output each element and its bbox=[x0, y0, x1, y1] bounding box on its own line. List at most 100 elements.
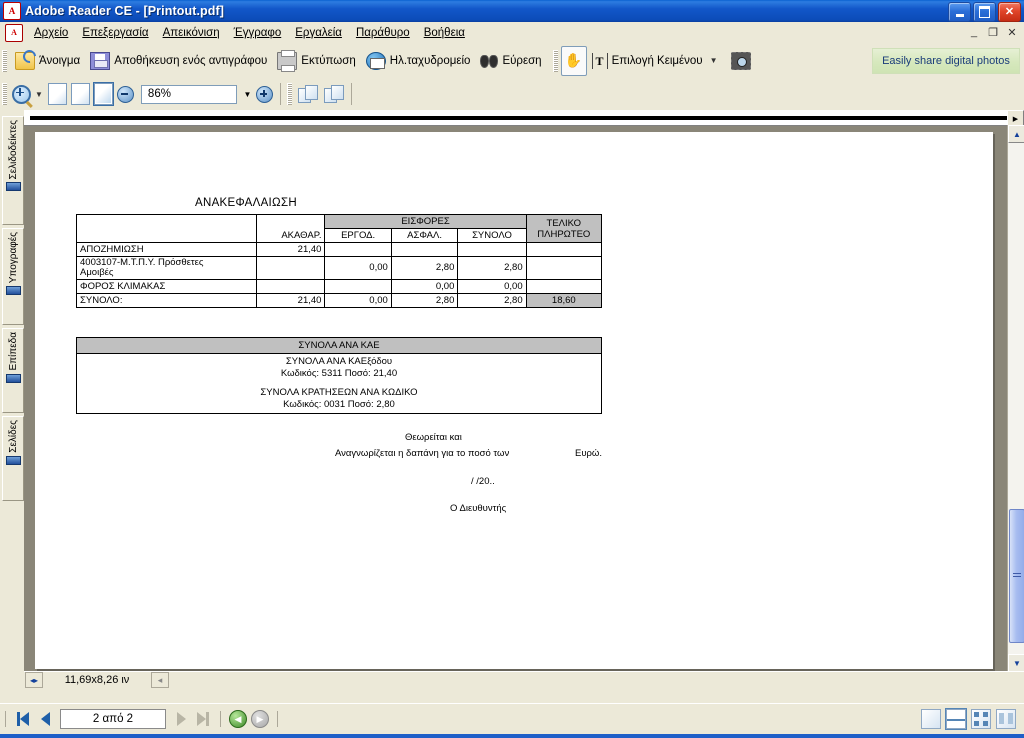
toolbar-grip[interactable] bbox=[2, 49, 7, 72]
mdi-minimize-button[interactable]: _ bbox=[966, 25, 982, 39]
next-page-button[interactable] bbox=[171, 709, 191, 729]
header-empty-cell bbox=[75, 214, 258, 243]
chevron-down-icon[interactable]: ▼ bbox=[710, 56, 718, 65]
row-label: ΑΠΟΖΗΜΙΩΣΗ bbox=[75, 242, 258, 257]
floppy-save-icon bbox=[90, 51, 111, 70]
horizontal-scrollbar-track[interactable] bbox=[30, 116, 1007, 120]
menu-item-window[interactable]: Παράθυρο bbox=[349, 25, 417, 41]
continuous-icon bbox=[947, 719, 965, 721]
snapshot-button[interactable] bbox=[726, 48, 756, 74]
total-employer: 0,00 bbox=[324, 292, 392, 308]
open-button-label: Άνοιγμα bbox=[39, 54, 81, 67]
scroll-down-button[interactable]: ▼ bbox=[1008, 654, 1024, 672]
layout-continuous-facing-button[interactable] bbox=[996, 709, 1016, 729]
row-label: 4003107-Μ.Τ.Π.Υ. Πρόσθετες Αμοιβές bbox=[75, 256, 258, 280]
zoom-out-button[interactable] bbox=[115, 83, 137, 105]
previous-page-icon bbox=[40, 712, 50, 726]
menu-item-help-label: Βοήθεια bbox=[423, 26, 465, 39]
sidebar-item-bookmarks[interactable]: Σελιδοδείκτες bbox=[2, 116, 24, 225]
hand-icon: ✋ bbox=[564, 51, 583, 68]
share-photos-banner[interactable]: Easily share digital photos bbox=[872, 48, 1020, 74]
toolbar-separator-2 bbox=[350, 83, 352, 105]
sidebar-item-bookmarks-label: Σελιδοδείκτες bbox=[7, 120, 19, 180]
mdi-close-button[interactable]: ✕ bbox=[1004, 25, 1020, 39]
save-copy-button[interactable]: Αποθήκευση ενός αντιγράφου bbox=[85, 48, 272, 74]
previous-page-button[interactable] bbox=[35, 709, 55, 729]
vertical-scrollbar[interactable]: ▲ ▼ bbox=[1007, 125, 1024, 672]
horizontal-scrollbar[interactable] bbox=[24, 110, 1009, 126]
total-subtotal: 2,80 bbox=[457, 292, 527, 308]
table-row: ΦΟΡΟΣ ΚΛΙΜΑΚΑΣ 0,00 0,00 bbox=[75, 278, 603, 294]
actual-size-button[interactable] bbox=[47, 83, 67, 105]
adobe-reader-icon: A bbox=[3, 2, 21, 20]
fit-width-button[interactable] bbox=[92, 82, 114, 106]
sidebar-item-signatures[interactable]: Υπογραφές bbox=[2, 228, 24, 325]
layout-continuous-button[interactable] bbox=[945, 708, 967, 730]
next-view-button[interactable]: ▶ bbox=[250, 709, 270, 729]
previous-view-button[interactable]: ◀ bbox=[228, 709, 248, 729]
row-insurance bbox=[390, 242, 459, 257]
first-page-button[interactable] bbox=[13, 709, 33, 729]
kae-body-row: ΣΥΝΟΛΑ ΑΝΑ ΚΑΕξόδου Κωδικός: 5311 Ποσό: … bbox=[76, 353, 602, 414]
rotate-clockwise-button[interactable] bbox=[297, 85, 318, 103]
select-text-button[interactable]: T Επιλογή Κειμένου ▼ bbox=[587, 48, 726, 74]
print-button[interactable]: Εκτύπωση bbox=[272, 48, 361, 74]
last-page-button[interactable] bbox=[193, 709, 213, 729]
email-globe-icon bbox=[365, 51, 386, 70]
zoom-tool-button[interactable] bbox=[10, 83, 32, 105]
signatures-icon bbox=[5, 286, 21, 296]
menu-item-help[interactable]: Βοήθεια bbox=[417, 25, 472, 41]
find-button[interactable]: Εύρεση bbox=[475, 48, 546, 74]
zoom-level-dropdown[interactable]: ▼ bbox=[241, 86, 254, 103]
layout-facing-button[interactable] bbox=[971, 709, 991, 729]
menu-item-view-label: Απεικόνιση bbox=[162, 26, 220, 39]
row-subtotal: 2,80 bbox=[457, 256, 527, 280]
page-size-toggle-button[interactable]: ◂▸ bbox=[25, 672, 43, 688]
kae-header: ΣΥΝΟΛΑ ΑΝΑ ΚΑΕ bbox=[76, 337, 602, 354]
rotate-toolbar-grip[interactable] bbox=[286, 83, 292, 105]
approval-currency: Ευρώ. bbox=[575, 448, 602, 459]
menu-item-tools[interactable]: Εργαλεία bbox=[288, 25, 349, 41]
document-section-title: ΑΝΑΚΕΦΑΛΑΙΩΣΗ bbox=[195, 197, 297, 209]
sidebar-item-pages[interactable]: Σελίδες bbox=[2, 416, 24, 501]
fit-page-button[interactable] bbox=[70, 83, 90, 105]
scroll-up-button[interactable]: ▲ bbox=[1008, 125, 1024, 143]
zoom-toolbar-grip[interactable] bbox=[2, 83, 7, 105]
page-navigation-controls: 2 από 2 ◀ ▶ bbox=[0, 709, 283, 729]
kae-body: ΣΥΝΟΛΑ ΑΝΑ ΚΑΕξόδου Κωδικός: 5311 Ποσό: … bbox=[76, 353, 602, 414]
menu-item-file[interactable]: Αρχείο bbox=[27, 25, 75, 41]
email-button[interactable]: Ηλ.ταχυδρομείο bbox=[361, 48, 476, 74]
header-subtotal: ΣΥΝΟΛΟ bbox=[457, 228, 527, 243]
menu-item-document[interactable]: Έγγραφο bbox=[227, 25, 289, 41]
summary-table: ΑΚΑΘΑΡ. ΕΙΣΦΟΡΕΣ ΤΕΛΙΚΟ ΠΛΗΡΩΤΕΟ ΕΡΓΟΔ. … bbox=[75, 214, 603, 308]
kae-line-3: ΣΥΝΟΛΑ ΚΡΑΤΗΣΕΩΝ ΑΝΑ ΚΩΔΙΚΟ bbox=[260, 386, 418, 398]
hand-tool-button[interactable]: ✋ bbox=[560, 45, 587, 76]
menu-item-view[interactable]: Απεικόνιση bbox=[156, 25, 227, 41]
zoom-in-button[interactable] bbox=[254, 83, 276, 105]
zoom-level-input[interactable]: 86% bbox=[140, 84, 237, 104]
row-final bbox=[525, 256, 603, 280]
page-number-input[interactable]: 2 από 2 bbox=[60, 709, 166, 729]
open-button[interactable]: Άνοιγμα bbox=[10, 48, 85, 74]
table-row: 4003107-Μ.Τ.Π.Υ. Πρόσθετες Αμοιβές 0,00 … bbox=[75, 256, 603, 280]
row-insurance: 2,80 bbox=[390, 256, 459, 280]
rotate-counterclockwise-button[interactable] bbox=[323, 85, 344, 103]
sidebar-item-layers[interactable]: Επίπεδα bbox=[2, 328, 24, 413]
menu-item-edit[interactable]: Επεξεργασία bbox=[75, 25, 155, 41]
vertical-scrollbar-thumb[interactable] bbox=[1009, 509, 1024, 643]
zoom-tool-chevron-down-icon[interactable]: ▼ bbox=[35, 90, 43, 99]
collapse-pane-button[interactable]: ◂ bbox=[151, 672, 169, 688]
row-insurance: 0,00 bbox=[390, 278, 459, 294]
menu-item-window-label: Παράθυρο bbox=[355, 26, 410, 39]
printer-icon bbox=[277, 49, 298, 72]
layout-single-page-button[interactable] bbox=[921, 709, 941, 729]
close-button[interactable]: ✕ bbox=[998, 2, 1021, 22]
select-toolbar-grip[interactable] bbox=[552, 49, 558, 72]
adobe-reader-window: A Adobe Reader CE - [Printout.pdf] ✕ A Α… bbox=[0, 0, 1024, 738]
mdi-restore-button[interactable]: ❐ bbox=[985, 25, 1001, 39]
restore-button[interactable] bbox=[973, 2, 996, 22]
minimize-button[interactable] bbox=[948, 2, 971, 22]
select-text-label: Επιλογή Κειμένου bbox=[611, 54, 703, 67]
page-navigation-bar: 2 από 2 ◀ ▶ bbox=[0, 703, 1024, 734]
row-subtotal: 0,00 bbox=[457, 278, 527, 294]
